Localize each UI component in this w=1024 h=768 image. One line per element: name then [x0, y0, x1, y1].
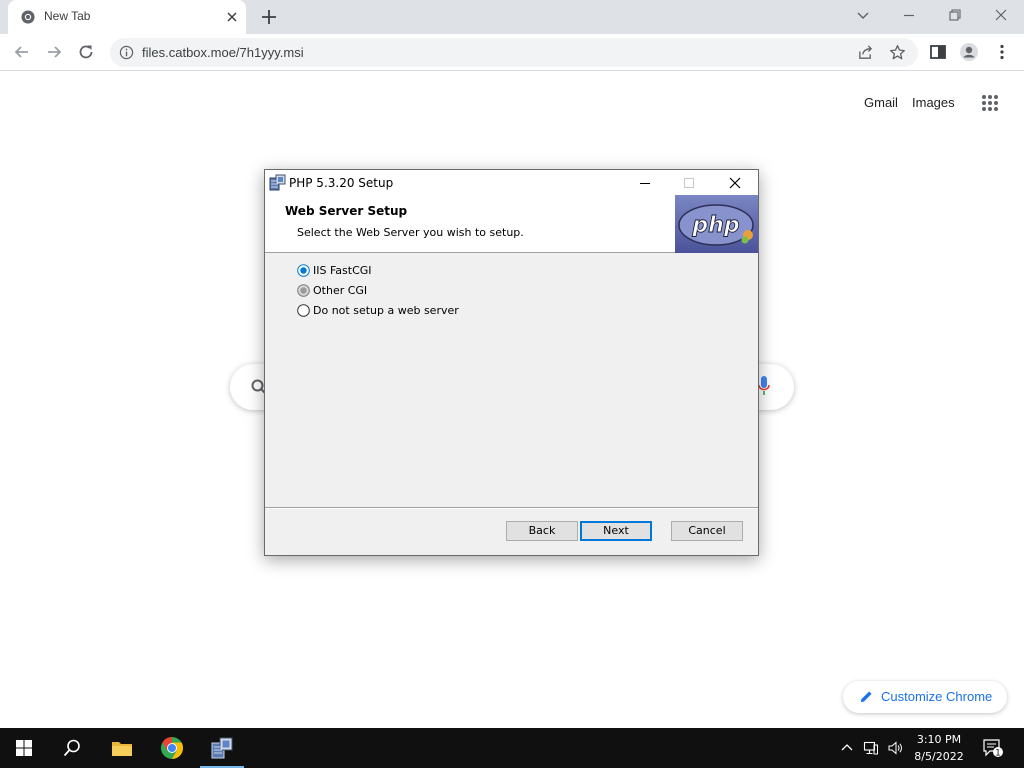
network-icon[interactable]	[863, 740, 879, 756]
dialog-close-icon[interactable]	[725, 173, 745, 193]
back-arrow-icon[interactable]	[12, 42, 32, 62]
radio-button-selected[interactable]	[297, 264, 310, 277]
php-setup-dialog: PHP 5.3.20 Setup Web Server Setup Select…	[264, 169, 759, 556]
reload-icon[interactable]	[76, 42, 96, 62]
back-button[interactable]: Back	[506, 521, 578, 541]
address-bar[interactable]: files.catbox.moe/7h1yyy.msi	[110, 38, 918, 67]
radio-label-other-cgi[interactable]: Other CGI	[313, 284, 367, 297]
tab-strip: New Tab	[0, 0, 1024, 34]
volume-icon[interactable]	[887, 740, 903, 756]
new-tab-plus-icon[interactable]	[260, 8, 278, 26]
tab-new-tab[interactable]: New Tab	[8, 0, 246, 34]
dialog-minimize-icon[interactable]	[635, 173, 655, 193]
dialog-title-bar[interactable]: PHP 5.3.20 Setup	[265, 170, 758, 195]
windows-taskbar: 3:10 PM 8/5/2022 1	[0, 728, 1024, 768]
page-title: Web Server Setup	[285, 204, 408, 218]
images-link[interactable]: Images	[912, 95, 955, 110]
profile-avatar-icon[interactable]	[959, 42, 979, 62]
page-subtitle: Select the Web Server you wish to setup.	[297, 226, 524, 239]
notification-count-badge: 1	[995, 748, 1000, 758]
chrome-logo-icon	[161, 737, 183, 759]
taskbar-search-button[interactable]	[48, 728, 96, 768]
radio-label-iis-fastcgi[interactable]: IIS FastCGI	[313, 264, 372, 277]
radio-button[interactable]	[297, 304, 310, 317]
folder-icon	[112, 742, 132, 756]
radio-button[interactable]	[297, 284, 310, 297]
taskbar-chrome[interactable]	[148, 728, 196, 768]
share-icon[interactable]	[857, 44, 874, 61]
customize-chrome-label: Customize Chrome	[881, 689, 993, 704]
forward-arrow-icon[interactable]	[44, 42, 64, 62]
dialog-window-title: PHP 5.3.20 Setup	[289, 176, 394, 190]
bookmark-star-icon[interactable]	[889, 44, 906, 61]
google-apps-grid-icon[interactable]	[981, 94, 999, 112]
system-clock[interactable]: 3:10 PM 8/5/2022	[906, 731, 972, 765]
cancel-button[interactable]: Cancel	[671, 521, 743, 541]
dialog-maximize-icon	[684, 178, 694, 188]
installer-app-icon	[211, 737, 233, 759]
action-center-notification-icon[interactable]: 1	[982, 738, 1004, 758]
search-icon	[63, 739, 80, 757]
chrome-favicon-icon	[21, 10, 35, 24]
start-button[interactable]	[0, 728, 48, 768]
dialog-banner: Web Server Setup Select the Web Server y…	[265, 195, 758, 253]
pencil-icon	[860, 691, 872, 703]
chrome-menu-icon[interactable]	[992, 42, 1012, 62]
taskbar-file-explorer[interactable]	[98, 728, 146, 768]
tab-search-chevron-icon[interactable]	[854, 6, 872, 24]
gmail-link[interactable]: Gmail	[864, 95, 898, 110]
close-tab-icon[interactable]	[224, 9, 240, 25]
windows-logo-icon	[16, 740, 32, 756]
customize-chrome-button[interactable]: Customize Chrome	[843, 681, 1007, 713]
next-button[interactable]: Next	[580, 521, 652, 541]
restore-icon[interactable]	[946, 6, 964, 24]
radio-label-no-web-server[interactable]: Do not setup a web server	[313, 304, 459, 317]
php-logo-icon: php	[675, 195, 758, 253]
clock-date: 8/5/2022	[914, 750, 964, 763]
close-window-icon[interactable]	[992, 6, 1010, 24]
site-info-icon[interactable]	[119, 45, 134, 60]
dialog-separator	[265, 507, 758, 509]
clock-time: 3:10 PM	[916, 733, 962, 746]
tab-title: New Tab	[44, 9, 91, 23]
url-text[interactable]: files.catbox.moe/7h1yyy.msi	[142, 45, 304, 60]
installer-app-icon	[269, 174, 286, 191]
side-panel-icon[interactable]	[928, 42, 948, 62]
voice-search-mic-icon[interactable]	[758, 376, 770, 396]
browser-toolbar: files.catbox.moe/7h1yyy.msi	[0, 34, 1024, 71]
taskbar-php-installer[interactable]	[198, 728, 246, 768]
php-logo-text: php	[691, 213, 739, 238]
show-hidden-icons-chevron-icon[interactable]	[839, 740, 855, 756]
minimize-icon[interactable]	[900, 6, 918, 24]
